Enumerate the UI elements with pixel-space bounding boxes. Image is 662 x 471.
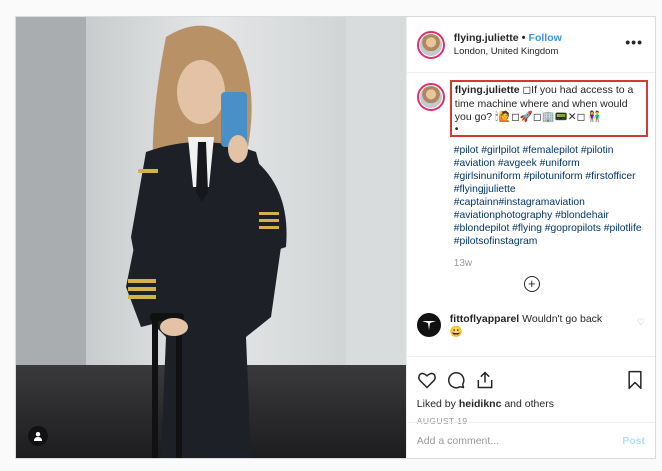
user-tag-icon[interactable] [28,426,48,446]
post-actions: Liked by heidiknc and others AUGUST 19 [406,356,655,426]
highlighted-caption-box: flying.juliette ◻If you had access to a … [449,80,648,137]
avatar[interactable] [416,30,445,59]
more-options-icon[interactable]: ••• [625,34,643,50]
post-header: flying.juliette • Follow London, United … [406,17,655,73]
commenter-username[interactable]: fittoflyapparel [450,313,519,325]
username-link[interactable]: flying.juliette [454,32,519,44]
liked-prefix: Liked by [416,398,456,410]
bookmark-icon[interactable] [625,370,645,390]
comment-like-icon[interactable]: ♡ [637,317,645,339]
add-comment-bar: Post [406,422,655,458]
load-more-comments-icon[interactable]: + [523,276,540,292]
liked-suffix[interactable]: and others [504,398,554,410]
instagram-post: flying.juliette • Follow London, United … [15,16,656,459]
liked-user-link[interactable]: heidiknc [459,398,502,410]
share-icon[interactable] [475,370,495,390]
separator-dot: • [521,31,526,44]
location-link[interactable]: London, United Kingdom [454,45,626,58]
comment-item: fittoflyapparel Wouldn't go back 😀 ♡ [416,313,645,339]
caption-time[interactable]: 13w [454,257,644,271]
caption-trailing: • [454,122,459,135]
post-photo[interactable] [16,17,406,458]
commenter-avatar[interactable] [416,313,441,337]
post-sidebar: flying.juliette • Follow London, United … [405,17,655,458]
follow-button[interactable]: Follow [529,32,562,44]
comments-section: flying.juliette ◻If you had access to a … [416,80,648,348]
add-comment-input[interactable] [416,434,623,447]
caption-username[interactable]: flying.juliette [455,84,520,96]
heart-icon[interactable] [417,370,437,390]
selfie-image [16,17,406,458]
post-comment-button[interactable]: Post [622,435,645,447]
comment-icon[interactable] [446,370,466,390]
caption-avatar[interactable] [416,83,445,111]
hashtags[interactable]: #pilot #girlpilot #femalepilot #pilotin … [454,144,644,248]
comment-text: Wouldn't go back [522,313,603,325]
comment-emoji: 😀 [449,326,463,338]
likes-summary: Liked by heidiknc and others [417,398,645,410]
caption: flying.juliette ◻If you had access to a … [416,80,648,292]
